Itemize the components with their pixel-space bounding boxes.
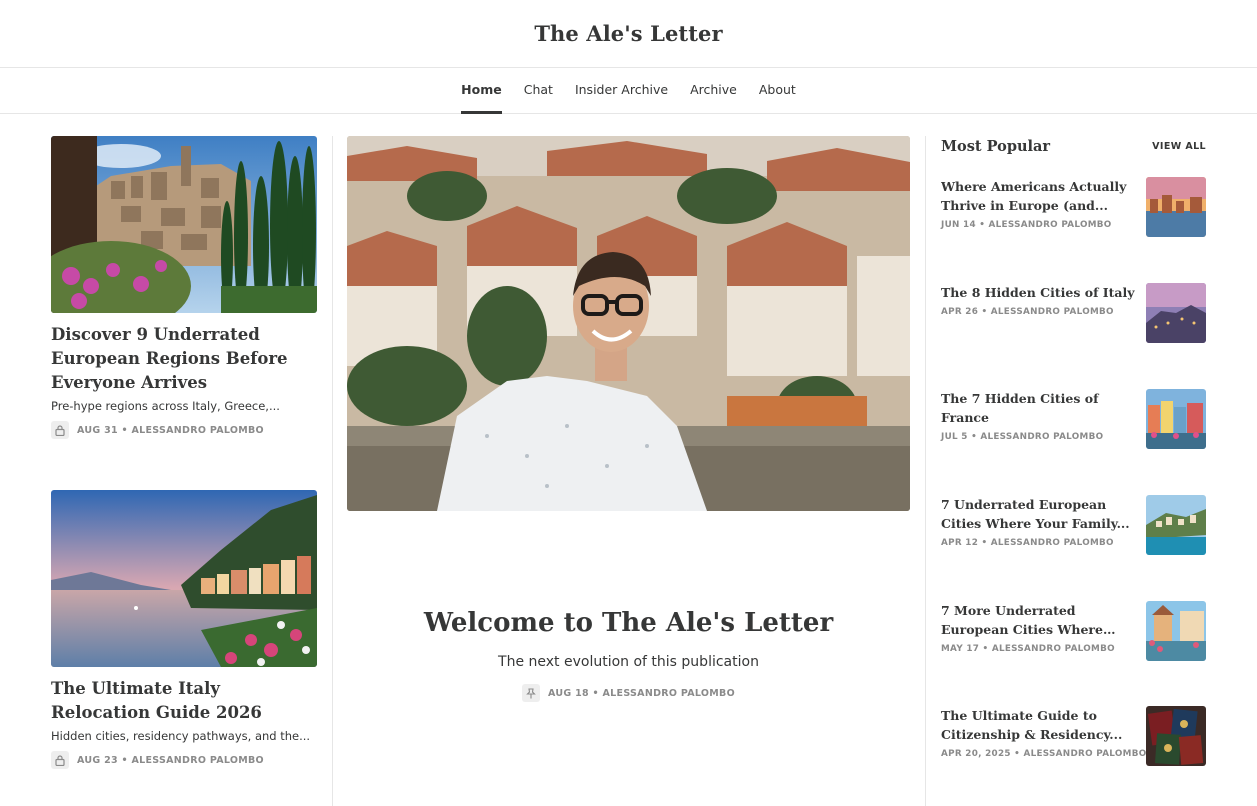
popular-item[interactable]: The 7 Hidden Cities of France JUL 5 • AL… xyxy=(941,389,1206,453)
popular-item-meta: MAY 17 • ALESSANDRO PALOMBO xyxy=(941,644,1115,654)
popular-item[interactable]: The 8 Hidden Cities of Italy APR 26 • AL… xyxy=(941,283,1206,347)
nav-items: Home Chat Insider Archive Archive About xyxy=(461,68,796,114)
featured-title[interactable]: Welcome to The Ale's Letter xyxy=(347,608,910,638)
post-meta-row: AUG 23 • ALESSANDRO PALOMBO xyxy=(51,751,317,769)
pin-icon xyxy=(522,684,541,702)
popular-item-text: 7 More Underrated European Cities Where … xyxy=(941,601,1137,654)
nav-item-home[interactable]: Home xyxy=(461,68,502,114)
lock-icon xyxy=(51,751,69,769)
popular-item-title[interactable]: The Ultimate Guide to Citizenship & Resi… xyxy=(941,706,1137,744)
popular-item-title[interactable]: Where Americans Actually Thrive in Europ… xyxy=(941,177,1137,215)
column-divider-right xyxy=(925,136,926,806)
nav-item-archive[interactable]: Archive xyxy=(690,68,737,113)
post-meta: AUG 31 • ALESSANDRO PALOMBO xyxy=(77,424,264,436)
featured-meta: AUG 18 • ALESSANDRO PALOMBO xyxy=(548,687,735,699)
most-popular-header: Most Popular VIEW ALL xyxy=(941,138,1206,155)
popular-item-thumbnail[interactable] xyxy=(1146,389,1206,449)
popular-item-text: The 8 Hidden Cities of Italy APR 26 • AL… xyxy=(941,283,1137,317)
popular-item-title[interactable]: The 7 Hidden Cities of France xyxy=(941,389,1137,427)
post-subtitle: Pre-hype regions across Italy, Greece,..… xyxy=(51,399,280,413)
site-title[interactable]: The Ale's Letter xyxy=(534,21,722,46)
popular-item-title[interactable]: 7 More Underrated European Cities Where … xyxy=(941,601,1137,639)
popular-item-thumbnail[interactable] xyxy=(1146,706,1206,766)
popular-item-text: The 7 Hidden Cities of France JUL 5 • AL… xyxy=(941,389,1137,442)
popular-item-thumbnail[interactable] xyxy=(1146,177,1206,237)
popular-item-meta: APR 12 • ALESSANDRO PALOMBO xyxy=(941,538,1114,548)
post-card[interactable]: The Ultimate Italy Relocation Guide 2026… xyxy=(51,490,317,769)
featured-meta-row: AUG 18 • ALESSANDRO PALOMBO xyxy=(347,684,910,702)
post-title[interactable]: The Ultimate Italy Relocation Guide 2026 xyxy=(51,677,317,725)
nav-item-insider-archive[interactable]: Insider Archive xyxy=(575,68,668,113)
featured-image[interactable] xyxy=(347,136,910,511)
view-all-link[interactable]: VIEW ALL xyxy=(1152,141,1206,152)
popular-item-text: Where Americans Actually Thrive in Europ… xyxy=(941,177,1137,230)
popular-item[interactable]: 7 Underrated European Cities Where Your … xyxy=(941,495,1206,559)
popular-item-meta: JUL 5 • ALESSANDRO PALOMBO xyxy=(941,432,1104,442)
main-nav: Home Chat Insider Archive Archive About xyxy=(0,68,1257,114)
popular-item-text: 7 Underrated European Cities Where Your … xyxy=(941,495,1137,548)
popular-item-title[interactable]: The 8 Hidden Cities of Italy xyxy=(941,283,1137,302)
popular-item-title[interactable]: 7 Underrated European Cities Where Your … xyxy=(941,495,1137,533)
popular-item[interactable]: The Ultimate Guide to Citizenship & Resi… xyxy=(941,706,1206,770)
masthead: The Ale's Letter xyxy=(0,0,1257,68)
popular-item-thumbnail[interactable] xyxy=(1146,283,1206,343)
popular-item[interactable]: 7 More Underrated European Cities Where … xyxy=(941,601,1206,665)
nav-item-chat[interactable]: Chat xyxy=(524,68,553,113)
popular-item-thumbnail[interactable] xyxy=(1146,601,1206,661)
post-image[interactable] xyxy=(51,490,317,667)
lock-icon xyxy=(51,421,69,439)
most-popular-title: Most Popular xyxy=(941,138,1051,155)
featured-subtitle: The next evolution of this publication xyxy=(498,654,759,670)
column-divider-left xyxy=(332,136,333,806)
popular-item-meta: APR 26 • ALESSANDRO PALOMBO xyxy=(941,307,1114,317)
post-subtitle: Hidden cities, residency pathways, and t… xyxy=(51,729,311,743)
nav-item-about[interactable]: About xyxy=(759,68,796,113)
popular-item-thumbnail[interactable] xyxy=(1146,495,1206,555)
post-image[interactable] xyxy=(51,136,317,313)
popular-item-meta: APR 20, 2025 • ALESSANDRO PALOMBO xyxy=(941,749,1147,759)
post-card[interactable]: Discover 9 Underrated European Regions B… xyxy=(51,136,317,439)
popular-item-text: The Ultimate Guide to Citizenship & Resi… xyxy=(941,706,1147,759)
popular-item[interactable]: Where Americans Actually Thrive in Europ… xyxy=(941,177,1206,241)
post-title[interactable]: Discover 9 Underrated European Regions B… xyxy=(51,323,317,395)
post-meta-row: AUG 31 • ALESSANDRO PALOMBO xyxy=(51,421,317,439)
post-meta: AUG 23 • ALESSANDRO PALOMBO xyxy=(77,754,264,766)
popular-item-meta: JUN 14 • ALESSANDRO PALOMBO xyxy=(941,220,1112,230)
